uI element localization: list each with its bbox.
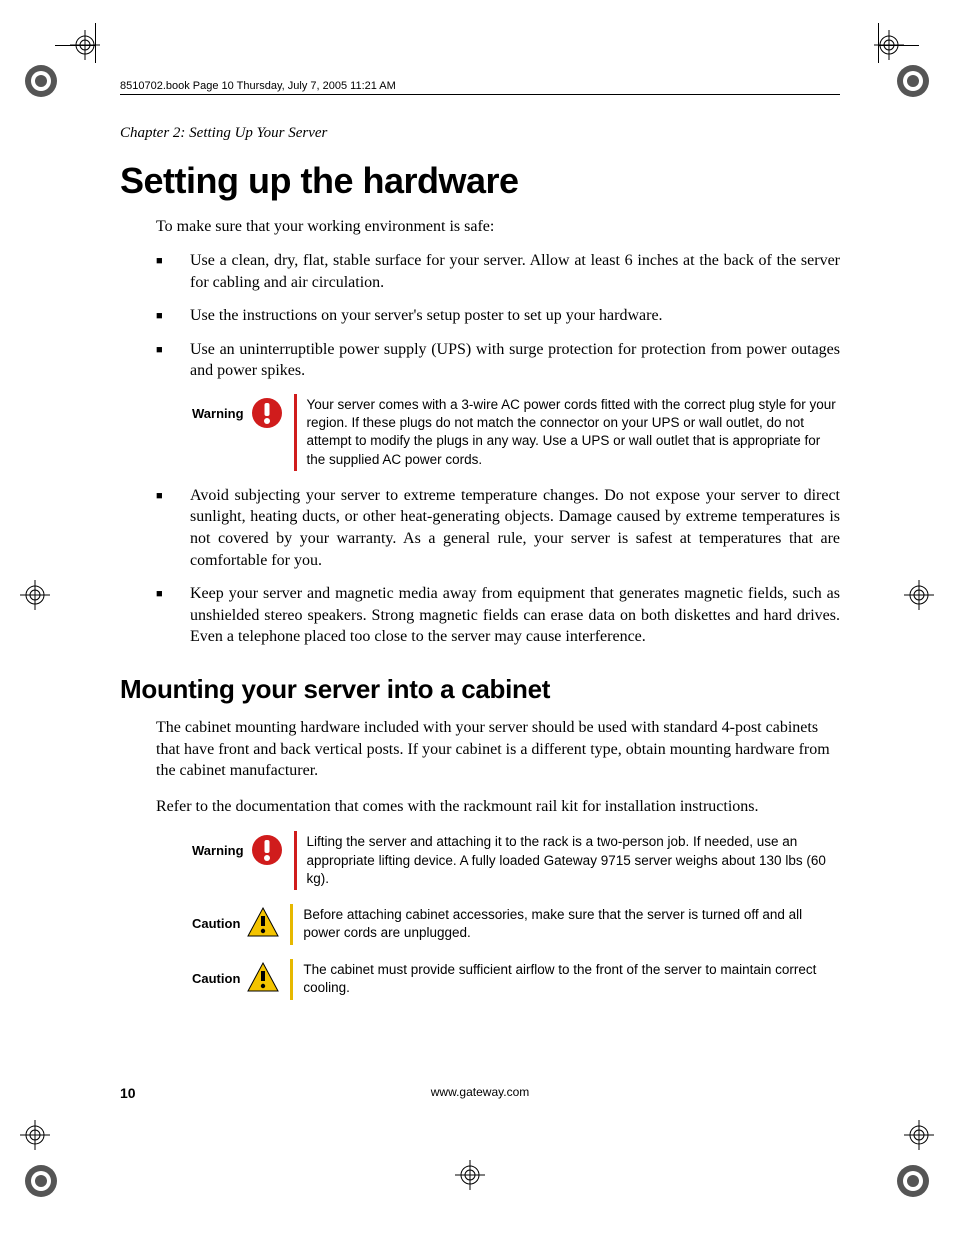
- callout-label: Warning: [192, 831, 244, 858]
- body-paragraph: The cabinet mounting hardware included w…: [156, 717, 840, 782]
- caution-callout: Caution Before attaching cabinet accesso…: [192, 904, 840, 945]
- callout-divider: [290, 959, 293, 1000]
- callout-divider: [294, 831, 297, 890]
- safety-bullet-list: Use a clean, dry, flat, stable surface f…: [156, 250, 840, 382]
- warning-icon: [250, 831, 284, 872]
- bullet-item: Use a clean, dry, flat, stable surface f…: [156, 250, 840, 293]
- callout-label: Caution: [192, 904, 240, 931]
- safety-bullet-list-cont: Avoid subjecting your server to extreme …: [156, 485, 840, 648]
- book-header: 8510702.book Page 10 Thursday, July 7, 2…: [120, 80, 840, 95]
- page-footer: 10 www.gateway.com: [120, 1085, 840, 1103]
- crosshair-icon: [904, 1120, 934, 1150]
- bullet-item: Keep your server and magnetic media away…: [156, 583, 840, 648]
- warning-icon: [250, 394, 284, 435]
- crosshair-icon: [70, 30, 100, 60]
- registration-mark-icon: [892, 60, 934, 102]
- page-number: 10: [120, 1085, 136, 1101]
- body-paragraph: Refer to the documentation that comes wi…: [156, 796, 840, 818]
- callout-divider: [294, 394, 297, 471]
- registration-mark-icon: [20, 1160, 62, 1202]
- subheading: Mounting your server into a cabinet: [120, 674, 840, 705]
- callout-text: Your server comes with a 3-wire AC power…: [307, 394, 840, 471]
- caution-icon: [246, 904, 280, 945]
- callout-divider: [290, 904, 293, 945]
- bullet-item: Avoid subjecting your server to extreme …: [156, 485, 840, 571]
- page-title: Setting up the hardware: [120, 160, 840, 202]
- crosshair-icon: [20, 580, 50, 610]
- bullet-item: Use an uninterruptible power supply (UPS…: [156, 339, 840, 382]
- registration-mark-icon: [892, 1160, 934, 1202]
- caution-callout: Caution The cabinet must provide suffici…: [192, 959, 840, 1000]
- callout-text: Lifting the server and attaching it to t…: [307, 831, 840, 890]
- crosshair-icon: [874, 30, 904, 60]
- footer-url: www.gateway.com: [431, 1085, 529, 1099]
- intro-text: To make sure that your working environme…: [156, 218, 840, 236]
- crosshair-icon: [904, 580, 934, 610]
- warning-callout: Warning Lifting the server and attaching…: [192, 831, 840, 890]
- registration-mark-icon: [20, 60, 62, 102]
- callout-label: Caution: [192, 959, 240, 986]
- crosshair-icon: [455, 1160, 485, 1190]
- bullet-item: Use the instructions on your server's se…: [156, 305, 840, 327]
- chapter-heading: Chapter 2: Setting Up Your Server: [120, 125, 840, 142]
- caution-icon: [246, 959, 280, 1000]
- callout-text: Before attaching cabinet accessories, ma…: [303, 904, 840, 944]
- crosshair-icon: [20, 1120, 50, 1150]
- callout-text: The cabinet must provide sufficient airf…: [303, 959, 840, 999]
- callout-label: Warning: [192, 394, 244, 421]
- page-content: 8510702.book Page 10 Thursday, July 7, 2…: [120, 80, 840, 1014]
- warning-callout: Warning Your server comes with a 3-wire …: [192, 394, 840, 471]
